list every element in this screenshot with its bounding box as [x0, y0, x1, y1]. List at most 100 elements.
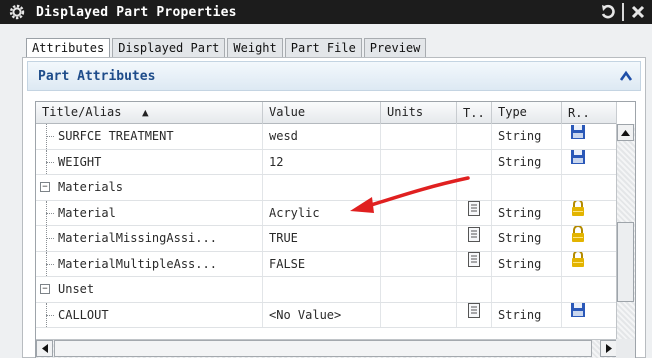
- cell-value[interactable]: Acrylic: [263, 200, 381, 225]
- vertical-scroll-thumb[interactable]: [617, 222, 634, 302]
- tab-part-file[interactable]: Part File: [284, 38, 362, 58]
- cell-type: String: [492, 149, 562, 174]
- cell-t: [457, 302, 492, 328]
- column-header-title[interactable]: Title/Alias ▲: [36, 102, 263, 124]
- tree-connector-branch: [46, 314, 54, 316]
- cell-units: [381, 175, 457, 200]
- attributes-table: Title/Alias ▲ Value Units T.. Type R.. S…: [35, 101, 636, 358]
- lock-icon[interactable]: [570, 226, 586, 251]
- collapse-node-icon[interactable]: −: [40, 182, 50, 192]
- save-icon[interactable]: [570, 303, 586, 328]
- vertical-scrollbar[interactable]: [616, 124, 635, 358]
- table-row[interactable]: MaterialMultipleAss... FALSE String: [36, 251, 617, 277]
- cell-r: [562, 251, 617, 277]
- save-icon[interactable]: [570, 150, 586, 175]
- tab-strip: Attributes Displayed Part Weight Part Fi…: [26, 38, 428, 59]
- tree-connector-branch: [46, 238, 54, 239]
- group-title: Part Attributes: [38, 68, 156, 84]
- save-icon[interactable]: [570, 124, 586, 149]
- column-header-value[interactable]: Value: [263, 102, 381, 124]
- reset-icon[interactable]: [598, 2, 618, 22]
- table-row[interactable]: SURFCE TREATMENT wesd String: [36, 124, 617, 150]
- tab-attributes[interactable]: Attributes: [26, 38, 111, 59]
- cell-value: [263, 277, 381, 302]
- cell-r: [562, 277, 617, 302]
- cell-title: SURFCE TREATMENT: [36, 124, 263, 149]
- cell-r: [562, 226, 617, 251]
- cell-t: [457, 226, 492, 251]
- group-label: Unset: [58, 282, 95, 296]
- column-header-r[interactable]: R..: [562, 102, 617, 124]
- cell-title: MaterialMissingAssi...: [36, 226, 263, 251]
- cell-type: String: [492, 124, 562, 149]
- cell-r: [562, 149, 617, 175]
- close-icon[interactable]: [628, 2, 648, 22]
- cell-value[interactable]: wesd: [263, 124, 381, 149]
- dialog-body: Attributes Displayed Part Weight Part Fi…: [0, 24, 652, 358]
- lock-icon[interactable]: [570, 251, 586, 277]
- table-row[interactable]: WEIGHT 12 String: [36, 149, 617, 175]
- column-header-units[interactable]: Units: [381, 102, 457, 124]
- cell-units[interactable]: [381, 226, 457, 251]
- cell-title: Material: [36, 200, 263, 225]
- lock-icon[interactable]: [570, 200, 586, 226]
- cell-value[interactable]: <No Value>: [263, 302, 381, 327]
- cell-units[interactable]: [381, 251, 457, 276]
- table-row[interactable]: MaterialMissingAssi... TRUE String: [36, 226, 617, 252]
- cell-units[interactable]: [381, 200, 457, 225]
- cell-r: [562, 200, 617, 226]
- scroll-left-arrow-icon[interactable]: [36, 340, 53, 357]
- cell-title: WEIGHT: [36, 149, 263, 174]
- cell-value[interactable]: TRUE: [263, 226, 381, 251]
- column-header-t[interactable]: T..: [457, 102, 492, 124]
- cell-value: [263, 175, 381, 200]
- titlebar-divider: [622, 3, 624, 21]
- cell-t: [457, 175, 492, 200]
- document-icon[interactable]: [468, 303, 480, 328]
- cell-type: [492, 175, 562, 200]
- window-titlebar: Displayed Part Properties: [0, 0, 652, 24]
- tab-weight[interactable]: Weight: [227, 38, 283, 58]
- document-icon[interactable]: [468, 252, 480, 277]
- table-body: SURFCE TREATMENT wesd String WEIGHT 12 String…: [36, 124, 617, 328]
- cell-units[interactable]: [381, 124, 457, 149]
- window-title: Displayed Part Properties: [36, 4, 237, 20]
- attribute-title: WEIGHT: [58, 154, 102, 169]
- table-header: Title/Alias ▲ Value Units T.. Type R..: [36, 102, 617, 124]
- attribute-title: CALLOUT: [58, 307, 109, 322]
- attribute-title: MaterialMultipleAss...: [58, 256, 217, 271]
- cell-units[interactable]: [381, 149, 457, 174]
- chevron-up-icon[interactable]: [618, 68, 634, 84]
- horizontal-scrollbar[interactable]: [36, 339, 635, 358]
- tree-connector-branch: [46, 212, 54, 214]
- cell-units[interactable]: [381, 302, 457, 327]
- tree-connector-branch: [46, 161, 54, 163]
- cell-title: MaterialMultipleAss...: [36, 251, 263, 276]
- cell-value[interactable]: FALSE: [263, 251, 381, 276]
- cell-type: String: [492, 200, 562, 225]
- tree-connector-branch: [46, 136, 54, 137]
- scrollbar-corner: [616, 339, 635, 358]
- attributes-panel: Part Attributes Title/Alias ▲ Value Unit…: [22, 57, 646, 358]
- table-row[interactable]: CALLOUT <No Value> String: [36, 302, 617, 328]
- cell-type: String: [492, 226, 562, 251]
- collapse-node-icon[interactable]: −: [40, 284, 50, 294]
- document-icon[interactable]: [468, 201, 480, 226]
- tab-preview[interactable]: Preview: [363, 38, 427, 58]
- cell-r: [562, 175, 617, 200]
- tree-group-row[interactable]: − Unset: [36, 277, 617, 303]
- attribute-title: MaterialMissingAssi...: [58, 231, 217, 245]
- tree-group-row[interactable]: − Materials: [36, 175, 617, 201]
- attribute-title: Material: [58, 205, 116, 220]
- scroll-up-arrow-icon[interactable]: [617, 124, 634, 141]
- horizontal-scroll-thumb[interactable]: [54, 340, 592, 357]
- cell-t: [457, 277, 492, 302]
- table-row[interactable]: Material Acrylic String: [36, 200, 617, 226]
- tab-displayed-part[interactable]: Displayed Part: [112, 38, 226, 58]
- column-header-type[interactable]: Type: [492, 102, 562, 124]
- document-icon[interactable]: [468, 226, 480, 251]
- cell-value[interactable]: 12: [263, 149, 381, 174]
- tree-connector-branch: [46, 263, 54, 265]
- scroll-right-arrow-icon[interactable]: [600, 340, 617, 357]
- part-attributes-group-header[interactable]: Part Attributes: [27, 61, 641, 91]
